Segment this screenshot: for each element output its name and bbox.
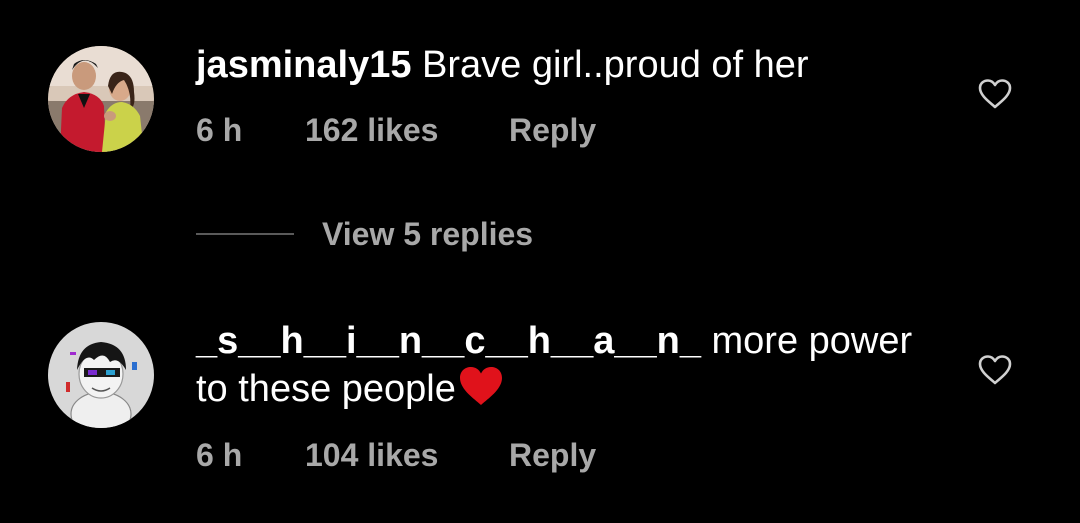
view-replies-button[interactable]: View 5 replies [322,214,533,254]
comment-username[interactable]: _s__h__i__n__c__h__a__n_ [196,320,701,362]
comment-1-body: jasminaly15 Brave girl..proud of her [196,41,809,89]
heart-outline-icon[interactable] [977,354,1013,386]
comment-text: more power [711,320,913,362]
reply-button[interactable]: Reply [509,110,596,150]
red-heart-emoji [458,365,504,407]
comment-text: Brave girl..proud of her [422,44,809,86]
comment-likes-count[interactable]: 162 likes [305,110,438,150]
comment-username[interactable]: jasminaly15 [196,44,411,86]
comment-timestamp: 6 h [196,112,243,148]
comment-2-body: _s__h__i__n__c__h__a__n_ more power to t… [196,317,912,413]
avatar-jasminaly15[interactable] [48,46,154,152]
comment-timestamp: 6 h [196,437,243,473]
comment-text-line2: to these people [196,368,456,410]
avatar-photo [48,46,154,152]
view-replies-row[interactable]: View 5 replies [196,214,596,254]
avatar-shinchan[interactable] [48,322,154,428]
reply-button[interactable]: Reply [509,435,596,475]
heart-outline-icon[interactable] [977,78,1013,110]
replies-divider-line [196,233,294,235]
avatar-illustration [48,322,154,428]
comment-likes-count[interactable]: 104 likes [305,435,438,475]
